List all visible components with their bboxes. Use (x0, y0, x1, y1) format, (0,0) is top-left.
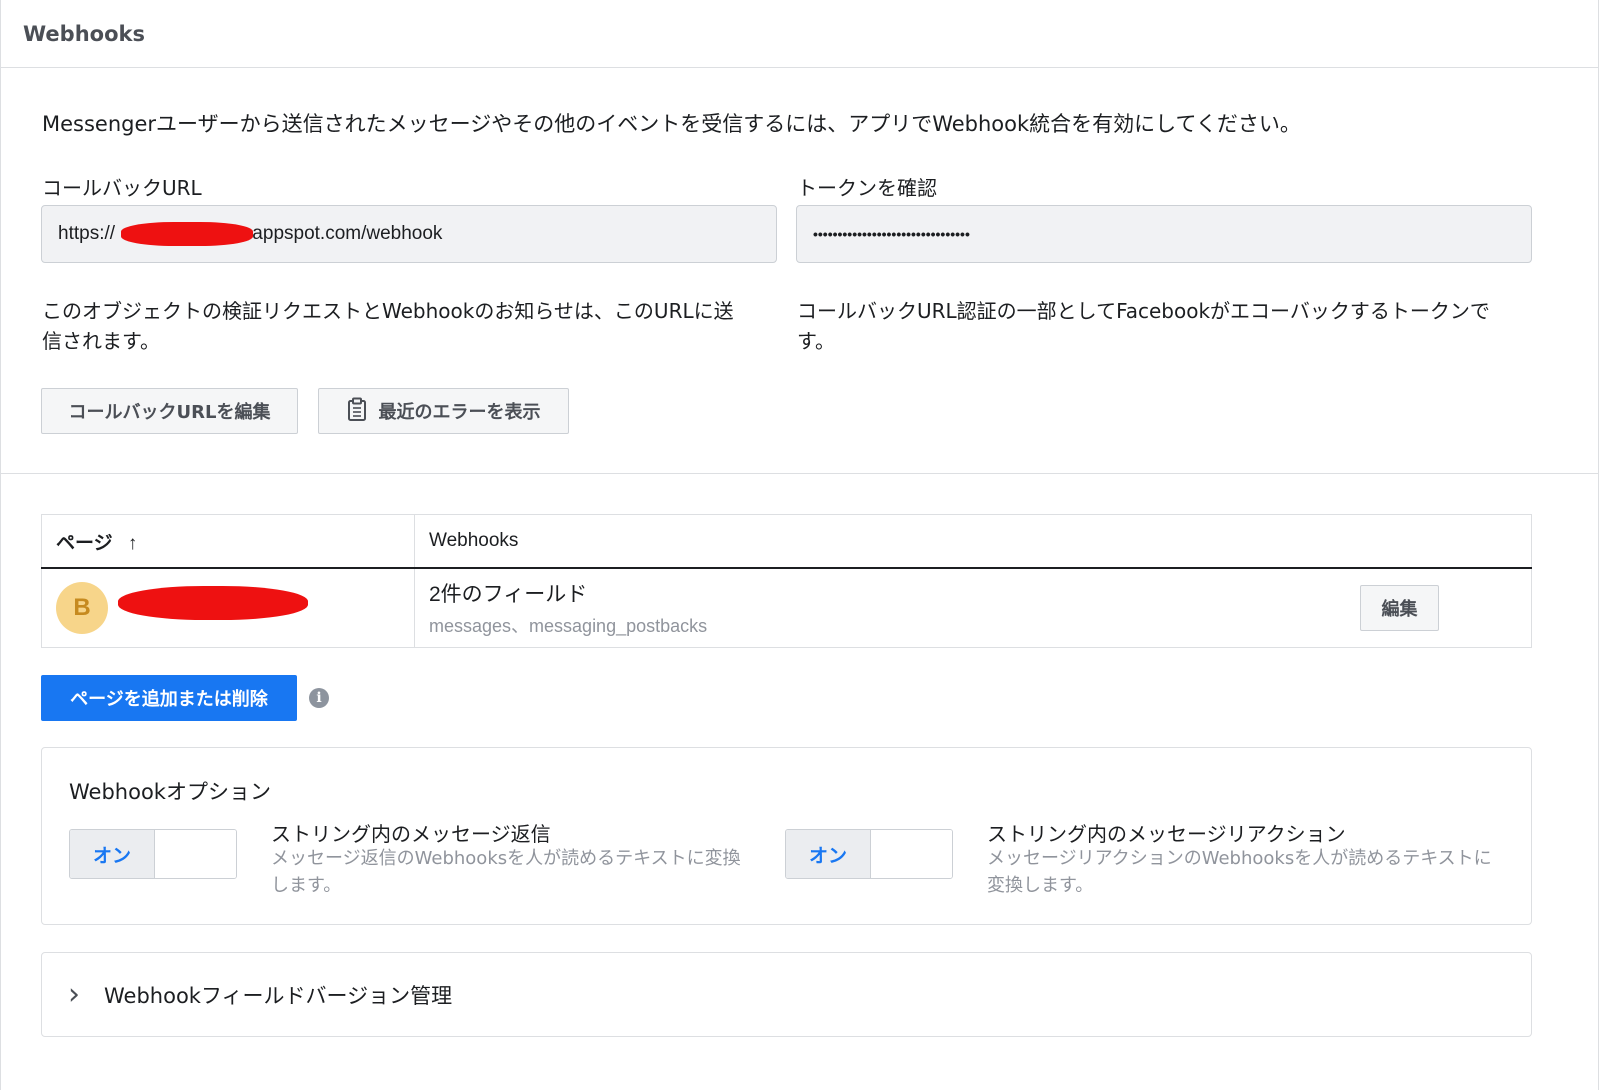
add-remove-page-button[interactable]: ページを追加または削除 (41, 675, 297, 721)
webhook-options-card: Webhookオプション オン ストリング内のメッセージ返信 メッセージ返信のW… (41, 747, 1532, 925)
show-recent-errors-button[interactable]: 最近のエラーを表示 (318, 388, 569, 434)
column-header-page-label: ページ (56, 532, 113, 554)
info-icon[interactable]: i (309, 688, 329, 708)
verify-token-input[interactable]: •••••••••••••••••••••••••••••••• (796, 205, 1532, 263)
edit-fields-label: 編集 (1381, 599, 1418, 619)
pages-table: ページ ↑ Webhooks B 2件のフィールド messages、messa… (41, 514, 1532, 648)
section-divider (0, 473, 1599, 474)
field-versioning-label: Webhookフィールドバージョン管理 (104, 983, 453, 1008)
message-reaction-desc: メッセージリアクションのWebhooksを人が読めるテキストに変換します。 (987, 848, 1492, 896)
chevron-right-icon: › (68, 976, 80, 1012)
edit-fields-button[interactable]: 編集 (1360, 585, 1439, 631)
column-header-page[interactable]: ページ ↑ (41, 514, 415, 569)
toggle-off-segment (155, 830, 236, 878)
webhook-options-title: Webhookオプション (69, 780, 271, 804)
verify-token-label: トークンを確認 (797, 176, 937, 200)
column-header-webhooks: Webhooks (414, 514, 1532, 569)
redaction-mark (118, 586, 308, 620)
message-reaction-toggle[interactable]: オン (785, 829, 953, 879)
show-recent-errors-label: 最近のエラーを表示 (378, 402, 541, 423)
callback-url-suffix: .appspot.com/webhook (247, 223, 443, 244)
callback-url-prefix: https:// (58, 223, 116, 244)
verify-token-help: コールバックURL認証の一部としてFacebookがエコーバックするトークンです… (797, 299, 1490, 353)
redaction-mark (121, 222, 253, 246)
message-reply-toggle[interactable]: オン (69, 829, 237, 879)
callback-url-help: このオブジェクトの検証リクエストとWebhookのお知らせは、このURLに送信さ… (42, 299, 734, 353)
edit-callback-url-button[interactable]: コールバックURLを編集 (41, 388, 298, 434)
intro-text: Messengerユーザーから送信されたメッセージやその他のイベントを受信するに… (42, 112, 1301, 136)
message-reply-title: ストリング内のメッセージ返信 (271, 822, 551, 846)
clipboard-icon (347, 397, 367, 426)
field-versioning-section[interactable]: › Webhookフィールドバージョン管理 (41, 952, 1532, 1037)
avatar: B (56, 582, 108, 634)
arrow-up-icon: ↑ (127, 532, 138, 554)
toggle-off-segment (871, 830, 952, 878)
toggle-on-label: オン (786, 830, 871, 878)
toggle-on-label: オン (70, 830, 155, 878)
panel-title: Webhooks (1, 0, 1598, 68)
fields-count: 2件のフィールド (429, 583, 588, 606)
fields-list: messages、messaging_postbacks (429, 616, 708, 636)
callback-url-label: コールバックURL (42, 176, 202, 200)
message-reply-desc: メッセージ返信のWebhooksを人が読めるテキストに変換します。 (271, 848, 741, 896)
table-header-row: ページ ↑ Webhooks (41, 514, 1532, 569)
message-reaction-title: ストリング内のメッセージリアクション (987, 822, 1346, 846)
edit-callback-url-label: コールバックURLを編集 (68, 402, 271, 423)
page-cell: B (41, 567, 415, 648)
table-row: B 2件のフィールド messages、messaging_postbacks … (41, 567, 1532, 648)
webhooks-cell: 2件のフィールド messages、messaging_postbacks 編集 (414, 567, 1532, 648)
